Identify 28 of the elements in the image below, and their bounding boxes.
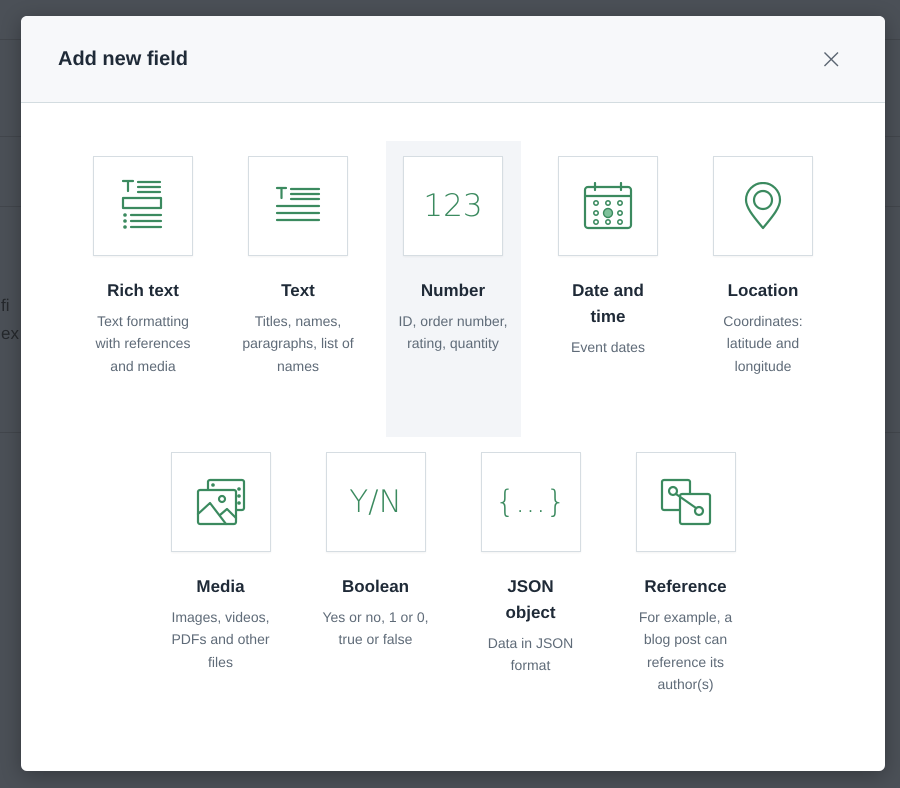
field-type-name: Text xyxy=(281,280,315,302)
close-button[interactable]: × xyxy=(816,45,847,73)
field-type-description: ID, order number, rating, quantity xyxy=(398,312,508,354)
field-type-name: Location xyxy=(728,280,798,302)
linked-squares-icon xyxy=(660,478,712,526)
field-type-description: Titles, names, paragraphs, list of names xyxy=(241,312,355,376)
field-type-description: Images, videos, PDFs and other files xyxy=(170,608,271,672)
calendar-icon xyxy=(583,182,633,230)
field-type-name: Number xyxy=(420,280,486,302)
field-type-name: JSON object xyxy=(504,576,557,624)
field-type-name: Reference xyxy=(644,576,727,598)
field-type-description: Text formatting with references and media xyxy=(94,312,192,376)
field-type-name: Date and time xyxy=(571,280,645,328)
type-glyph: {…} xyxy=(495,484,566,520)
type-glyph: Y/N xyxy=(349,484,402,520)
field-type-description: Coordinates: latitude and longitude xyxy=(722,312,804,376)
media-images-icon xyxy=(196,478,246,526)
field-type-description: Data in JSON format xyxy=(486,634,574,676)
dialog-title: Add new field xyxy=(58,48,188,70)
field-type-description: Event dates xyxy=(571,338,645,357)
field-type-name: Boolean xyxy=(342,576,410,598)
field-type-description: Yes or no, 1 or 0, true or false xyxy=(321,608,430,650)
type-glyph: 123 xyxy=(423,188,483,224)
field-type-description: For example, a blog post can reference its author(s) xyxy=(638,608,734,694)
field-type-name: Rich text xyxy=(107,280,179,302)
field-type-option[interactable]: 123 Number ID, order number, rating, quantity xyxy=(386,141,520,437)
field-type-name: Media xyxy=(196,576,245,598)
map-pin-icon xyxy=(744,182,782,230)
